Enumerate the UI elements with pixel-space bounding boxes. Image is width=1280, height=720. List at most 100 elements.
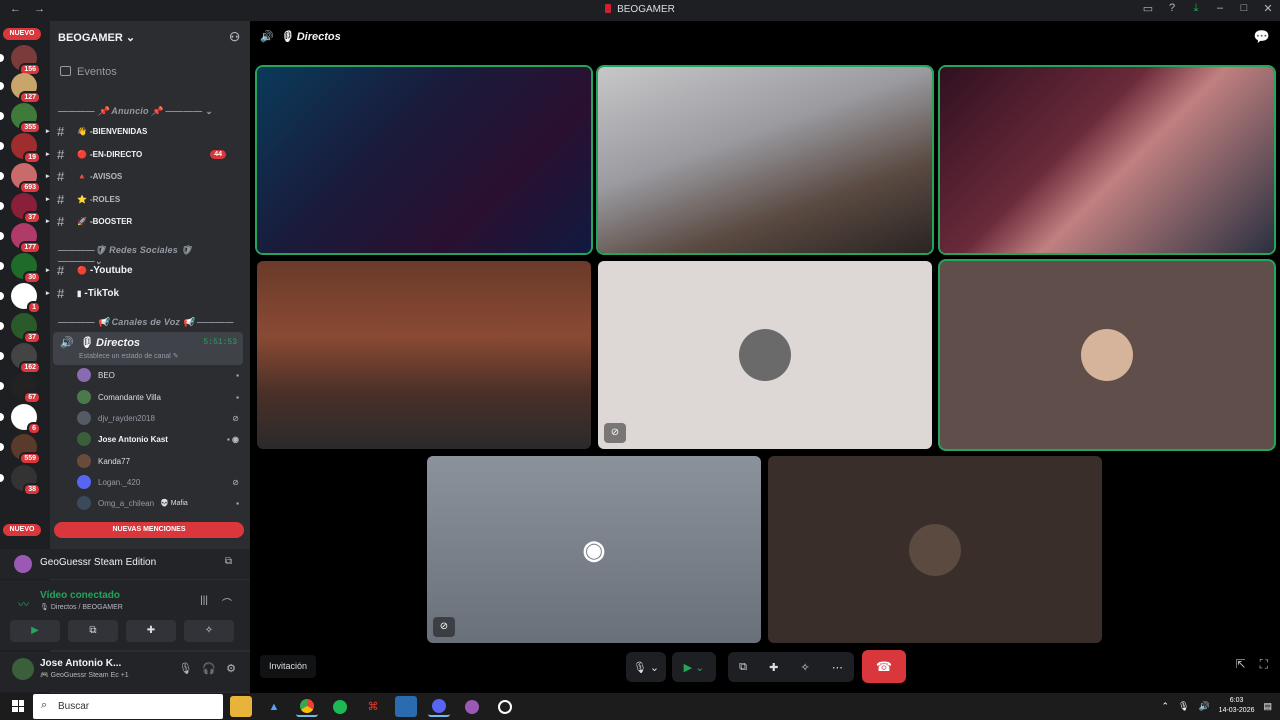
app-window-icon[interactable]: [395, 696, 417, 717]
fullscreen-icon[interactable]: ⛶: [1260, 657, 1268, 672]
chrome-icon[interactable]: [296, 696, 318, 717]
invite-button[interactable]: Invitación: [260, 655, 317, 678]
server-icon[interactable]: 156: [0, 45, 41, 76]
microphone-icon[interactable]: 🎙: [178, 662, 192, 675]
server-icon[interactable]: 127: [0, 73, 41, 104]
spotify-icon[interactable]: [329, 696, 351, 717]
participant-tile[interactable]: [940, 261, 1274, 449]
app-icon-a[interactable]: ▲: [263, 696, 285, 717]
new-mentions-bar[interactable]: NUEVAS MENCIONES: [54, 522, 244, 538]
soundboard-button[interactable]: ✧: [184, 620, 234, 642]
text-channel[interactable]: ▸ # ▮ -TikTok: [46, 284, 230, 302]
server-icon[interactable]: 38: [0, 465, 41, 496]
monitor-icon[interactable]: ▭: [1136, 2, 1160, 15]
taskbar-search[interactable]: ⌕ Buscar: [33, 694, 223, 719]
more-icon[interactable]: ⋯: [832, 661, 843, 674]
call-header: 🔊 🎙 Directos: [260, 30, 341, 43]
server-icon[interactable]: 30: [0, 253, 41, 284]
volume-icon[interactable]: 🔊: [1198, 701, 1209, 712]
screen-share-icon[interactable]: ⧉: [225, 556, 232, 567]
server-icon[interactable]: 37: [0, 193, 41, 224]
server-icon[interactable]: 37: [0, 313, 41, 344]
new-servers-pill[interactable]: NUEVO: [3, 28, 41, 40]
server-icon[interactable]: 6: [0, 404, 41, 435]
popout-icon[interactable]: ⇱: [1236, 657, 1246, 672]
voice-user[interactable]: djv_rayden2018 ⊘: [77, 409, 247, 427]
gear-icon[interactable]: ⚙: [226, 662, 236, 675]
taskbar-clock[interactable]: 6:03 14-03-2026: [1219, 696, 1255, 716]
voice-user[interactable]: Comandante Villa ▪: [77, 388, 247, 406]
channel-emoji: 🔺: [77, 171, 87, 181]
server-icon[interactable]: 559: [0, 434, 41, 465]
maximize-icon[interactable]: □: [1232, 2, 1256, 15]
text-channel[interactable]: ▸ # 🔴 -Youtube: [46, 261, 230, 279]
voice-channel-status[interactable]: Establece un estado de canal ✎: [79, 352, 179, 360]
new-servers-pill-bottom[interactable]: NUEVO: [3, 524, 41, 536]
screen-share-button[interactable]: ⧉: [68, 620, 118, 642]
server-icon[interactable]: 19: [0, 133, 41, 164]
participant-tile[interactable]: ⊘: [598, 261, 932, 449]
activities-button[interactable]: ✚: [126, 620, 176, 642]
server-icon[interactable]: 355: [0, 103, 41, 134]
user-name[interactable]: Jose Antonio K...: [40, 658, 130, 669]
video-button[interactable]: ▶ ⌄: [672, 652, 716, 682]
acrobat-icon[interactable]: ⌘: [362, 696, 384, 717]
close-icon[interactable]: ✕: [1256, 2, 1280, 15]
voice-user[interactable]: Jose Antonio Kast ▪ ◉: [77, 430, 247, 448]
muted-mic-icon: ⊘: [433, 617, 455, 637]
obs-icon[interactable]: [494, 696, 516, 717]
participant-tile[interactable]: ◉ ⊘: [427, 456, 761, 643]
text-channel[interactable]: ▸ # ⭐ -ROLES: [46, 190, 230, 208]
screen-share-icon[interactable]: ⧉: [739, 661, 747, 674]
disconnect-icon[interactable]: ⌒: [222, 595, 232, 610]
server-icon[interactable]: 67: [0, 373, 41, 404]
voice-user[interactable]: Logan._420 ⊘: [77, 473, 247, 491]
channel-category[interactable]: ―――― 📌 Anuncio 📌 ―――― ⌄: [58, 106, 238, 117]
events-link[interactable]: Eventos: [60, 66, 117, 78]
voice-location[interactable]: 🎙 Directos / BEOGAMER: [40, 603, 123, 611]
leave-call-button[interactable]: ☎: [862, 650, 906, 683]
discord-icon[interactable]: [428, 696, 450, 717]
unread-indicator: [0, 142, 4, 150]
server-icon[interactable]: 162: [0, 343, 41, 374]
tray-mic-icon[interactable]: 🎙: [1178, 701, 1189, 712]
server-icon[interactable]: 693: [0, 163, 41, 194]
mute-button[interactable]: 🎙 ⌄: [626, 652, 666, 682]
text-channel[interactable]: ▸ # 👋 -BIENVENIDAS: [46, 122, 230, 140]
server-icon[interactable]: 1: [0, 283, 41, 314]
voice-user[interactable]: Omg_a_chilean 💀 Mafia ▪: [77, 494, 247, 512]
geoguessr-taskbar-icon[interactable]: [461, 696, 483, 717]
video-tile[interactable]: [940, 67, 1274, 253]
video-tile[interactable]: [598, 67, 932, 253]
tray-chevron-icon[interactable]: ⌃: [1161, 701, 1169, 712]
file-explorer-icon[interactable]: [230, 696, 252, 717]
video-tile[interactable]: [257, 261, 591, 449]
hash-icon: #: [57, 262, 65, 278]
text-channel[interactable]: ▸ # 🔴 -EN-DIRECTO 44: [46, 145, 230, 163]
guild-header[interactable]: BEOGAMER ⌄ ⚇: [50, 21, 250, 53]
download-icon[interactable]: ⤓: [1184, 2, 1208, 15]
voice-user[interactable]: Kanda77: [77, 452, 247, 470]
notifications-icon[interactable]: ▤: [1263, 701, 1272, 712]
channel-label: -TikTok: [84, 287, 120, 299]
text-channel[interactable]: ▸ # 🔺 -AVISOS: [46, 167, 230, 185]
server-badge: 559: [19, 452, 41, 465]
activities-icon[interactable]: ✚: [769, 661, 778, 674]
video-tile[interactable]: [257, 67, 591, 253]
server-icon[interactable]: 177: [0, 223, 41, 254]
voice-channel-directos[interactable]: 🔊 🎙 Directos 5:51:53 Establece un estado…: [53, 332, 243, 365]
windows-start-icon[interactable]: [12, 700, 24, 712]
avatar[interactable]: [12, 658, 34, 680]
add-member-icon[interactable]: ⚇: [229, 30, 240, 44]
camera-button[interactable]: ▶: [10, 620, 60, 642]
noise-suppression-icon[interactable]: |||: [200, 595, 208, 606]
help-icon[interactable]: ?: [1160, 2, 1184, 15]
text-channel[interactable]: ▸ # 🚀 -BOOSTER: [46, 212, 230, 230]
unread-indicator: [0, 474, 4, 482]
voice-user[interactable]: BEO ▪: [77, 366, 247, 384]
soundboard-icon[interactable]: ✧: [801, 661, 810, 674]
headphones-icon[interactable]: 🎧: [202, 662, 216, 675]
participant-tile[interactable]: [768, 456, 1102, 643]
minimize-icon[interactable]: –: [1208, 2, 1232, 15]
chat-bubble-icon[interactable]: 💬: [1254, 29, 1270, 45]
